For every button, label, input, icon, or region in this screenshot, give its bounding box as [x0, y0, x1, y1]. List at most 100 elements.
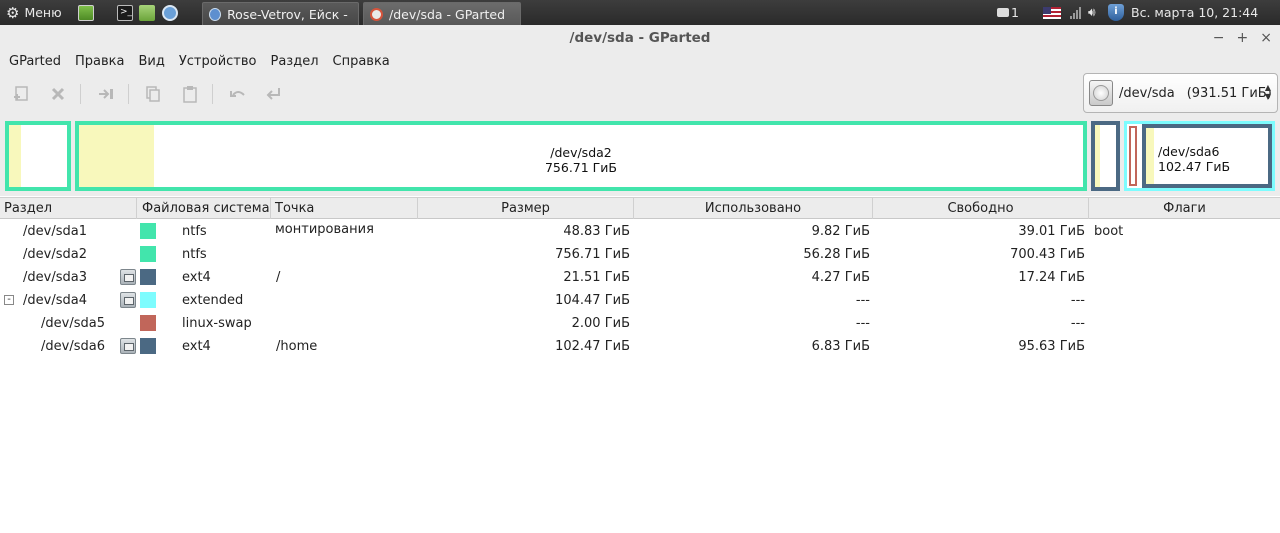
column-free[interactable]: Свободно — [873, 198, 1089, 219]
used-space-bar — [9, 125, 21, 187]
partition-free: 95.63 ГиБ — [1018, 339, 1085, 354]
filesystem-type: ntfs — [182, 247, 207, 262]
graphic-partition-sda1[interactable] — [5, 121, 71, 191]
toolbar: /dev/sda (931.51 ГиБ) ▲ ▼ — [0, 72, 1280, 117]
partition-used: 4.27 ГиБ — [811, 270, 870, 285]
graphic-partition-sda4[interactable]: /dev/sda6 102.47 ГиБ — [1124, 121, 1275, 191]
undo-button[interactable] — [226, 82, 250, 106]
partition-name: /dev/sda2 — [23, 247, 87, 262]
update-indicator[interactable]: i — [1108, 0, 1124, 25]
toolbar-separator — [212, 84, 213, 104]
table-row[interactable]: /dev/sda1 ntfs 48.83 ГиБ 9.82 ГиБ 39.01 … — [0, 220, 1280, 243]
device-selector[interactable]: /dev/sda (931.51 ГиБ) ▲ ▼ — [1083, 73, 1278, 113]
terminal-launcher[interactable]: >_ — [117, 0, 133, 25]
partition-name: /dev/sda5 — [41, 316, 105, 331]
column-size[interactable]: Размер — [418, 198, 634, 219]
graphic-partition-sda2[interactable]: /dev/sda2 756.71 ГиБ — [75, 121, 1087, 191]
device-name: /dev/sda — [1119, 85, 1175, 101]
message-count: 1 — [1011, 5, 1019, 20]
menu-edit[interactable]: Правка — [75, 54, 124, 69]
volume-indicator[interactable]: 🔊︎ — [1088, 0, 1096, 25]
mount-point: / — [276, 270, 281, 285]
gear-icon: ⚙ — [6, 3, 20, 22]
folder-launcher[interactable] — [139, 0, 155, 25]
app-menu-label: Меню — [24, 5, 62, 20]
column-partition[interactable]: Раздел — [0, 198, 137, 219]
table-row[interactable]: /dev/sda6 ext4 /home 102.47 ГиБ 6.83 ГиБ… — [0, 335, 1280, 358]
collapse-expander-icon[interactable]: - — [4, 295, 14, 305]
taskbar-item-label: Rose-Vetrov, Ейск - ... — [227, 7, 352, 22]
top-panel: ⚙ Меню >_ Rose-Vetrov, Ейск - ... /dev/s… — [0, 0, 1280, 27]
menu-device[interactable]: Устройство — [179, 54, 257, 69]
graphic-partition-sda6[interactable]: /dev/sda6 102.47 ГиБ — [1142, 124, 1272, 188]
table-row[interactable]: /dev/sda2 ntfs 756.71 ГиБ 56.28 ГиБ 700.… — [0, 243, 1280, 266]
window-title: /dev/sda - GParted — [0, 25, 1280, 50]
shield-icon: i — [1108, 4, 1124, 21]
partition-free: --- — [1070, 293, 1085, 308]
column-filesystem[interactable]: Файловая система — [137, 198, 271, 219]
filesystem-color-swatch — [140, 223, 156, 239]
lock-icon — [120, 338, 136, 354]
graphic-partition-sda3[interactable] — [1091, 121, 1120, 191]
partition-name: /dev/sda6 — [41, 339, 105, 354]
lock-icon — [120, 292, 136, 308]
partition-graphic: /dev/sda2 756.71 ГиБ /dev/sda6 102.47 Ги… — [0, 117, 1280, 196]
filesystem-type: extended — [182, 293, 244, 308]
us-flag-icon — [1043, 6, 1061, 19]
copy-button[interactable] — [141, 82, 165, 106]
resize-icon — [99, 89, 113, 99]
menu-view[interactable]: Вид — [138, 54, 164, 69]
new-partition-button[interactable] — [9, 82, 33, 106]
terminal-icon: >_ — [117, 4, 133, 21]
mount-point: /home — [276, 339, 318, 354]
menu-partition[interactable]: Раздел — [270, 54, 318, 69]
taskbar-item-gparted[interactable]: /dev/sda - GParted — [363, 2, 521, 27]
graphic-partition-size: 102.47 ГиБ — [1158, 159, 1231, 174]
table-row[interactable]: - /dev/sda4 extended 104.47 ГиБ --- --- — [0, 289, 1280, 312]
filesystem-type: ntfs — [182, 224, 207, 239]
partition-free: 17.24 ГиБ — [1018, 270, 1085, 285]
clock-label: Вс. марта 10, 21:44 — [1131, 5, 1259, 20]
menu-help[interactable]: Справка — [333, 54, 390, 69]
paste-button[interactable] — [178, 82, 202, 106]
column-used[interactable]: Использовано — [634, 198, 873, 219]
hard-disk-icon — [1089, 80, 1113, 106]
file-manager-launcher[interactable] — [78, 0, 94, 25]
column-flags[interactable]: Флаги — [1089, 198, 1280, 219]
apply-button[interactable] — [262, 82, 286, 106]
network-indicator[interactable] — [1070, 0, 1081, 25]
partition-list: /dev/sda1 ntfs 48.83 ГиБ 9.82 ГиБ 39.01 … — [0, 220, 1280, 358]
maximize-icon[interactable]: + — [1237, 30, 1249, 46]
folder-icon — [139, 4, 155, 21]
messages-indicator[interactable]: 1 — [997, 0, 1019, 25]
filesystem-color-swatch — [140, 269, 156, 285]
graphic-partition-sda5[interactable] — [1129, 126, 1137, 186]
spinner-arrows-icon: ▲ ▼ — [1264, 83, 1271, 101]
minimize-icon[interactable]: − — [1213, 30, 1225, 46]
paste-icon — [183, 86, 197, 103]
lock-icon — [120, 269, 136, 285]
taskbar-item-browser[interactable]: Rose-Vetrov, Ейск - ... — [202, 2, 359, 27]
graphic-partition-name: /dev/sda6 — [1158, 144, 1220, 159]
filesystem-type: ext4 — [182, 270, 211, 285]
app-menu-button[interactable]: ⚙ Меню — [6, 0, 62, 25]
close-icon[interactable]: × — [1260, 30, 1272, 46]
menu-gparted[interactable]: GParted — [9, 54, 61, 69]
clock[interactable]: Вс. марта 10, 21:44 — [1131, 0, 1258, 25]
partition-flags: boot — [1094, 224, 1124, 239]
table-row[interactable]: /dev/sda5 linux-swap 2.00 ГиБ --- --- — [0, 312, 1280, 335]
delete-icon — [51, 87, 65, 101]
toolbar-separator — [80, 84, 81, 104]
partition-table-header: Раздел Файловая система Точка монтирован… — [0, 197, 1280, 237]
used-space-bar — [1095, 125, 1100, 187]
resize-move-button[interactable] — [94, 82, 118, 106]
delete-partition-button[interactable] — [46, 82, 70, 106]
column-mountpoint[interactable]: Точка монтирования — [271, 198, 418, 237]
keyboard-layout-indicator[interactable] — [1043, 0, 1061, 25]
browser-launcher[interactable] — [162, 0, 178, 25]
table-row[interactable]: /dev/sda3 ext4 / 21.51 ГиБ 4.27 ГиБ 17.2… — [0, 266, 1280, 289]
gparted-icon — [370, 8, 383, 21]
partition-size: 2.00 ГиБ — [571, 316, 630, 331]
browser-icon — [209, 8, 222, 21]
graphic-partition-name: /dev/sda2 — [550, 145, 612, 160]
